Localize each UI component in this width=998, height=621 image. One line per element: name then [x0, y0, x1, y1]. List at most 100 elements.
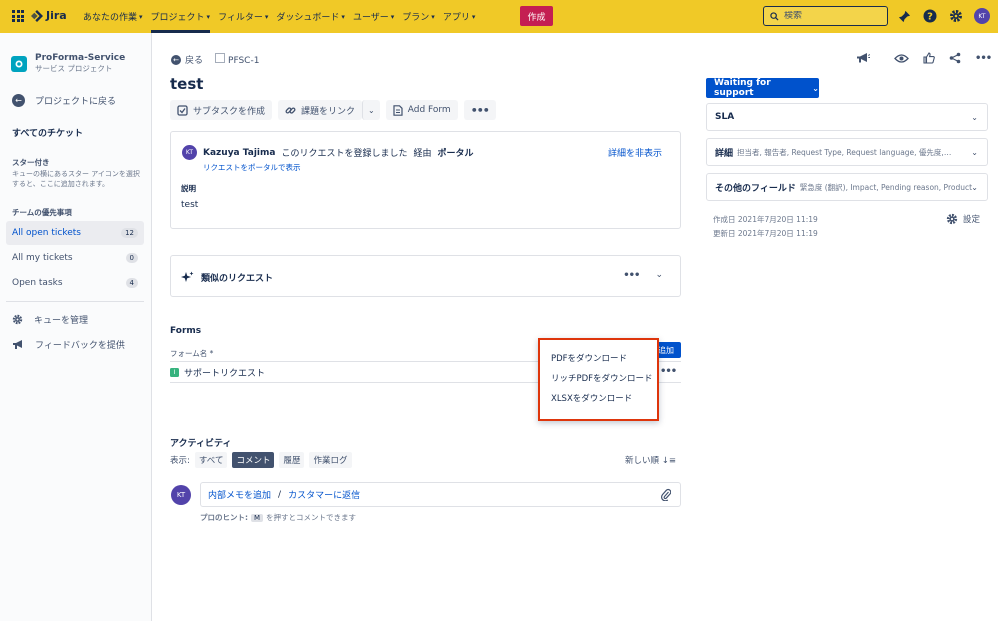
chevron-down-icon: ⌄	[368, 105, 375, 115]
add-internal-note-link[interactable]: 内部メモを追加	[208, 488, 271, 501]
chevron-down-icon: ▾	[139, 12, 143, 21]
user-avatar[interactable]: KT	[974, 8, 990, 24]
add-form-label: Add Form	[407, 105, 451, 115]
more-fields-panel[interactable]: その他のフィールド 緊急度 (翻訳), Impact, Pending reas…	[706, 173, 988, 201]
manage-queues-link[interactable]: キューを管理	[12, 313, 88, 326]
starred-heading: スター付き	[12, 158, 50, 167]
filter-comments[interactable]: コメント	[232, 452, 275, 468]
help-icon[interactable]: ?	[922, 8, 938, 24]
view-in-portal-link[interactable]: リクエストをポータルで表示	[203, 162, 301, 173]
more-actions-button[interactable]: •••	[463, 100, 496, 120]
nav-projects[interactable]: プロジェクト ▾	[150, 0, 210, 33]
watch-eye-icon[interactable]	[894, 53, 909, 64]
form-row-more-button[interactable]: •••	[660, 366, 677, 377]
forms-column-header: フォーム名 *	[170, 349, 214, 358]
form-name[interactable]: サポートリクエスト	[184, 366, 265, 379]
settings-gear-icon[interactable]	[948, 8, 964, 24]
filter-all[interactable]: すべて	[194, 452, 228, 468]
search-input[interactable]	[784, 11, 874, 21]
nav-your-work[interactable]: あなたの作業 ▾	[83, 0, 143, 33]
issue-key-link[interactable]: PFSC-1	[215, 53, 259, 66]
form-icon	[393, 104, 403, 116]
issue-title[interactable]: test	[170, 75, 203, 93]
sla-panel[interactable]: SLA ⌄	[706, 103, 988, 131]
issue-key: PFSC-1	[228, 56, 260, 66]
menu-item-download-rich-pdf[interactable]: リッチPDFをダウンロード	[551, 372, 653, 384]
created-date: 作成日 2021年7月20日 11:19	[713, 215, 818, 224]
queue-all-my-tickets[interactable]: All my tickets 0	[6, 246, 144, 270]
all-tickets-heading[interactable]: すべてのチケット	[12, 126, 83, 139]
chevron-down-icon: ⌄	[812, 83, 819, 93]
search-box[interactable]	[763, 6, 888, 26]
reply-to-customer-link[interactable]: カスタマーに返信	[288, 488, 360, 501]
link-issue-button[interactable]: 課題をリンク	[278, 100, 363, 120]
link-issue-dropdown[interactable]: ⌄	[362, 100, 380, 120]
queue-count: 12	[121, 228, 138, 238]
form-download-menu: PDFをダウンロード リッチPDFをダウンロード XLSXをダウンロード	[538, 338, 659, 421]
menu-item-download-xlsx[interactable]: XLSXをダウンロード	[551, 392, 632, 404]
queue-open-tasks[interactable]: Open tasks 4	[6, 271, 144, 295]
back-link[interactable]: ← 戻る	[171, 53, 203, 66]
nav-users[interactable]: ユーザー ▾	[353, 0, 394, 33]
manage-queues-label: キューを管理	[34, 316, 89, 326]
menu-item-download-pdf[interactable]: PDFをダウンロード	[551, 352, 627, 364]
queue-all-open-tickets[interactable]: All open tickets 12	[6, 221, 144, 245]
issue-settings-button[interactable]: 設定	[946, 213, 980, 225]
breadcrumb: ← 戻る PFSC-1	[171, 53, 259, 66]
reporter-name[interactable]: Kazuya Tajima	[203, 148, 275, 158]
chevron-down-icon: ▾	[431, 12, 435, 21]
queue-count: 0	[125, 253, 138, 263]
chevron-down-icon: ▾	[471, 12, 476, 21]
filter-history[interactable]: 履歴	[279, 452, 305, 468]
description-value[interactable]: test	[181, 200, 198, 210]
more-horizontal-icon[interactable]: •••	[623, 270, 640, 281]
issue-toolbar: サブタスクを作成 課題をリンク ⌄ Add Form •••	[170, 100, 496, 120]
status-transition-button[interactable]: Waiting for support ⌄	[706, 78, 819, 98]
thumbs-up-icon[interactable]	[923, 52, 935, 64]
details-panel[interactable]: 詳細 担当者, 報告者, Request Type, Request langu…	[706, 138, 988, 166]
notifications-icon[interactable]	[896, 8, 912, 24]
share-icon[interactable]	[949, 52, 961, 64]
request-via-text: 経由	[413, 149, 432, 159]
project-header[interactable]: ProForma-Service サービス プロジェクト	[11, 53, 125, 74]
chevron-down-icon: ⌄	[971, 148, 978, 157]
chevron-down-icon: ⌄	[971, 113, 978, 122]
jira-logo[interactable]: Jira	[31, 9, 67, 22]
reporter-avatar[interactable]: KT	[182, 145, 197, 160]
similar-requests-panel[interactable]: 類似のリクエスト ••• ⌄	[170, 255, 681, 297]
nav-label: アプリ	[442, 13, 470, 23]
nav-apps[interactable]: アプリ ▾	[443, 0, 476, 33]
project-name: ProForma-Service	[35, 53, 126, 63]
back-to-project-label: プロジェクトに戻る	[35, 97, 117, 107]
paperclip-icon[interactable]	[661, 488, 671, 501]
sort-order-button[interactable]: 新しい順 ↓≡	[625, 454, 676, 466]
form-type-icon: I	[170, 368, 179, 377]
queue-label: Open tasks	[12, 278, 63, 288]
nav-plans[interactable]: プラン ▾	[402, 0, 435, 33]
forms-heading: Forms	[170, 326, 202, 336]
add-form-button[interactable]: Add Form	[385, 100, 458, 120]
hide-details-link[interactable]: 詳細を非表示	[608, 146, 662, 159]
create-button[interactable]: 作成	[520, 6, 553, 26]
pro-tip: プロのヒント: M を押すとコメントできます	[200, 512, 356, 523]
more-fields-panel-summary: 緊急度 (翻訳), Impact, Pending reason, Produc…	[799, 182, 973, 192]
give-feedback-link[interactable]: フィードバックを提供	[12, 338, 125, 351]
chevron-down-icon[interactable]: ⌄	[655, 270, 663, 281]
subtask-icon	[177, 104, 188, 116]
queue-label: All my tickets	[12, 253, 73, 263]
app-switcher-icon[interactable]	[12, 10, 24, 22]
filter-work-log[interactable]: 作業ログ	[309, 452, 352, 468]
nav-filters[interactable]: フィルター ▾	[218, 0, 268, 33]
nav-dashboards[interactable]: ダッシュボード ▾	[276, 0, 345, 33]
reporter-line: KT Kazuya Tajima このリクエストを登録しました 経由 ポータル	[182, 145, 474, 160]
comment-box[interactable]: 内部メモを追加 / カスタマーに返信	[200, 482, 681, 507]
chevron-down-icon: ▾	[341, 12, 345, 21]
nav-label: プロジェクト	[150, 13, 205, 23]
create-subtask-button[interactable]: サブタスクを作成	[170, 100, 273, 120]
nav-label: あなたの作業	[83, 13, 138, 23]
form-row[interactable]: I サポートリクエスト	[170, 366, 265, 379]
back-to-project-link[interactable]: ← プロジェクトに戻る	[12, 94, 116, 107]
announcement-megaphone-icon[interactable]	[856, 52, 870, 64]
more-horizontal-icon[interactable]: •••	[975, 53, 992, 64]
more-fields-panel-title: その他のフィールド	[715, 183, 796, 194]
